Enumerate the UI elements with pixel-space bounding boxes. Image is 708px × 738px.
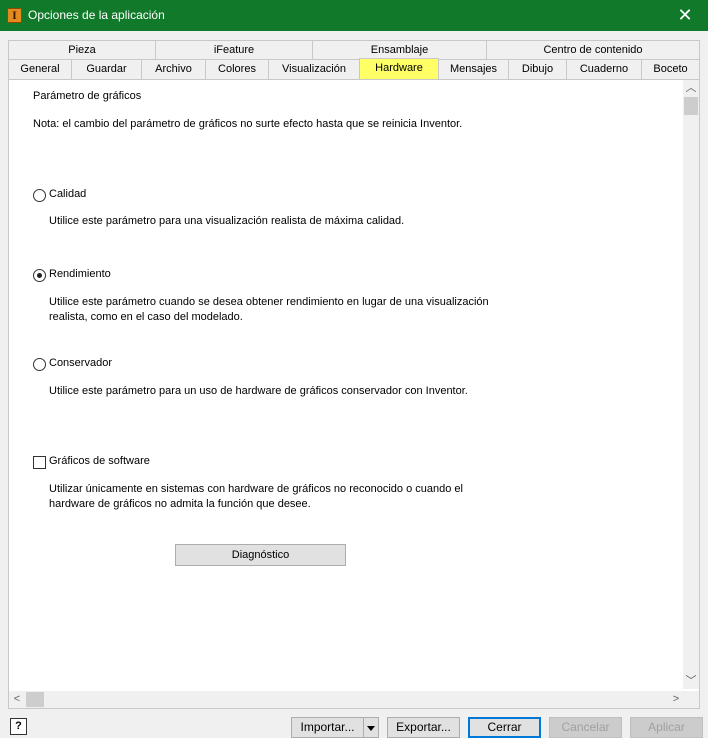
scroll-down-icon[interactable]: ﹀ — [683, 673, 699, 689]
restart-note: Nota: el cambio del parámetro de gráfico… — [33, 118, 463, 130]
hardware-content: Parámetro de gráficos Nota: el cambio de… — [9, 80, 684, 689]
tab-hardware[interactable]: Hardware — [359, 58, 439, 79]
tab-mensajes[interactable]: Mensajes — [438, 59, 509, 79]
tab-boceto[interactable]: Boceto — [641, 59, 700, 79]
diagnostic-button[interactable]: Diagnóstico — [175, 544, 346, 566]
tab-row-bottom: General Guardar Archivo Colores Visualiz… — [8, 58, 700, 79]
quality-description: Utilice este parámetro para una visualiz… — [49, 215, 405, 227]
performance-radio[interactable] — [33, 269, 46, 282]
scroll-up-icon[interactable]: ︿ — [683, 80, 699, 96]
vertical-scrollbar[interactable]: ︿ ﹀ — [683, 80, 699, 689]
conservative-radio[interactable] — [33, 358, 46, 371]
tab-cuaderno[interactable]: Cuaderno — [566, 59, 642, 79]
scroll-corner — [683, 691, 699, 708]
quality-label[interactable]: Calidad — [49, 188, 86, 200]
tab-guardar[interactable]: Guardar — [71, 59, 142, 79]
conservative-description: Utilice este parámetro para un uso de ha… — [49, 385, 468, 397]
horizontal-scrollbar[interactable]: < > — [9, 691, 684, 708]
tab-ensamblaje[interactable]: Ensamblaje — [312, 40, 487, 59]
tab-dibujo[interactable]: Dibujo — [508, 59, 567, 79]
tab-visualizacion[interactable]: Visualización — [268, 59, 360, 79]
performance-description: Utilice este parámetro cuando se desea o… — [49, 296, 489, 323]
tab-centro-de-contenido[interactable]: Centro de contenido — [486, 40, 700, 59]
close-button[interactable]: Cerrar — [468, 717, 541, 738]
software-graphics-description: Utilizar únicamente en sistemas con hard… — [49, 483, 463, 510]
vertical-scroll-thumb[interactable] — [684, 97, 698, 115]
conservative-label[interactable]: Conservador — [49, 357, 112, 369]
tab-archivo[interactable]: Archivo — [141, 59, 206, 79]
quality-radio[interactable] — [33, 189, 46, 202]
help-icon[interactable]: ? — [10, 718, 27, 735]
import-dropdown-icon[interactable] — [363, 717, 379, 738]
cancel-button[interactable]: Cancelar — [549, 717, 622, 738]
inventor-app-icon: I — [7, 8, 22, 23]
export-button[interactable]: Exportar... — [387, 717, 460, 738]
tab-pieza[interactable]: Pieza — [8, 40, 156, 59]
tab-ifeature[interactable]: iFeature — [155, 40, 313, 59]
tab-colores[interactable]: Colores — [205, 59, 269, 79]
title-bar: I Opciones de la aplicación ✕ — [0, 0, 708, 31]
hardware-panel: Parámetro de gráficos Nota: el cambio de… — [8, 79, 700, 709]
scroll-left-icon[interactable]: < — [9, 691, 25, 707]
scroll-right-icon[interactable]: > — [668, 691, 684, 707]
tab-row-top: Pieza iFeature Ensamblaje Centro de cont… — [8, 40, 700, 59]
software-graphics-checkbox[interactable] — [33, 456, 46, 469]
software-graphics-label[interactable]: Gráficos de software — [49, 455, 150, 467]
section-title: Parámetro de gráficos — [33, 90, 142, 102]
import-button[interactable]: Importar... — [291, 717, 364, 738]
tab-general[interactable]: General — [8, 59, 72, 79]
horizontal-scroll-thumb[interactable] — [26, 692, 44, 707]
window-title: Opciones de la aplicación — [28, 8, 165, 22]
performance-label[interactable]: Rendimiento — [49, 268, 111, 280]
close-icon[interactable]: ✕ — [662, 0, 708, 31]
apply-button[interactable]: Aplicar — [630, 717, 703, 738]
